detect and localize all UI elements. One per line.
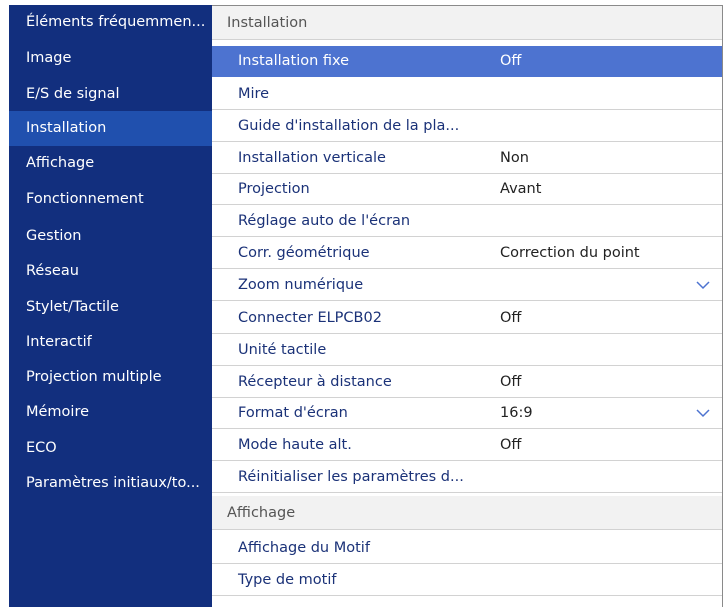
row-format-ecran[interactable]: Format d'écran 16:9 <box>212 398 723 429</box>
sidebar-item-memoire[interactable]: Mémoire <box>9 395 212 430</box>
settings-panel: Installation Installation fixe Off Mire … <box>212 5 723 607</box>
row-mire[interactable]: Mire <box>212 79 723 110</box>
row-installation-verticale[interactable]: Installation verticale Non <box>212 143 723 174</box>
row-value: Off <box>500 437 522 453</box>
row-value: Off <box>500 53 522 69</box>
sidebar-item-parametres-initiaux[interactable]: Paramètres initiaux/to... <box>9 466 212 501</box>
row-label: Corr. géométrique <box>238 245 370 261</box>
sidebar-item-reseau[interactable]: Réseau <box>9 254 212 289</box>
chevron-down-icon[interactable] <box>695 279 711 291</box>
section-title: Affichage <box>227 505 296 521</box>
row-label: Mire <box>238 86 270 102</box>
row-label: Mode haute alt. <box>238 437 352 453</box>
row-reglage-auto-ecran[interactable]: Réglage auto de l'écran <box>212 206 723 237</box>
row-label: Projection <box>238 181 310 197</box>
row-value: 16:9 <box>500 405 533 421</box>
row-label: Réinitialiser les paramètres d... <box>238 469 464 485</box>
row-corr-geometrique[interactable]: Corr. géométrique Correction du point <box>212 238 723 269</box>
chevron-down-icon[interactable] <box>695 407 711 419</box>
row-label: Réglage auto de l'écran <box>238 213 411 229</box>
row-value: Non <box>500 150 529 166</box>
row-label: Unité tactile <box>238 342 327 358</box>
row-label: Format d'écran <box>238 405 348 421</box>
row-unite-tactile[interactable]: Unité tactile <box>212 335 723 366</box>
row-guide-installation[interactable]: Guide d'installation de la pla... <box>212 111 723 142</box>
row-recepteur-distance[interactable]: Récepteur à distance Off <box>212 367 723 398</box>
row-label: Type de motif <box>238 572 337 588</box>
row-type-motif[interactable]: Type de motif <box>212 565 723 596</box>
row-label: Installation fixe <box>238 53 350 69</box>
row-label: Affichage du Motif <box>238 540 370 556</box>
row-zoom-numerique[interactable]: Zoom numérique <box>212 270 723 301</box>
sidebar-item-projection-multiple[interactable]: Projection multiple <box>9 360 212 395</box>
row-label: Zoom numérique <box>238 277 364 293</box>
row-label: Connecter ELPCB02 <box>238 310 382 326</box>
row-affichage-motif[interactable]: Affichage du Motif <box>212 533 723 564</box>
sidebar-item-signal-io[interactable]: E/S de signal <box>9 77 212 112</box>
section-header-installation: Installation <box>212 6 723 40</box>
row-projection[interactable]: Projection Avant <box>212 174 723 205</box>
sidebar-item-eco[interactable]: ECO <box>9 431 212 466</box>
sidebar-item-affichage[interactable]: Affichage <box>9 146 212 181</box>
row-label: Guide d'installation de la pla... <box>238 118 460 134</box>
sidebar-item-stylet-tactile[interactable]: Stylet/Tactile <box>9 290 212 325</box>
row-value: Off <box>500 374 522 390</box>
sidebar-item-frequent[interactable]: Éléments fréquemmen... <box>9 5 212 40</box>
row-connecter-elpcb02[interactable]: Connecter ELPCB02 Off <box>212 303 723 334</box>
section-title: Installation <box>227 15 308 31</box>
row-label: Installation verticale <box>238 150 386 166</box>
sidebar-item-fonctionnement[interactable]: Fonctionnement <box>9 182 212 217</box>
row-value: Off <box>500 310 522 326</box>
row-reinitialiser-parametres[interactable]: Réinitialiser les paramètres d... <box>212 462 723 493</box>
row-value: Correction du point <box>500 245 640 261</box>
category-sidebar: Éléments fréquemmen... Image E/S de sign… <box>9 5 212 607</box>
sidebar-item-installation[interactable]: Installation <box>9 111 212 146</box>
row-label: Récepteur à distance <box>238 374 392 390</box>
section-header-affichage: Affichage <box>212 496 723 530</box>
sidebar-item-image[interactable]: Image <box>9 41 212 76</box>
row-mode-haute-alt[interactable]: Mode haute alt. Off <box>212 430 723 461</box>
sidebar-item-gestion[interactable]: Gestion <box>9 219 212 254</box>
row-installation-fixe[interactable]: Installation fixe Off <box>212 46 723 77</box>
sidebar-item-interactif[interactable]: Interactif <box>9 325 212 360</box>
row-value: Avant <box>500 181 542 197</box>
